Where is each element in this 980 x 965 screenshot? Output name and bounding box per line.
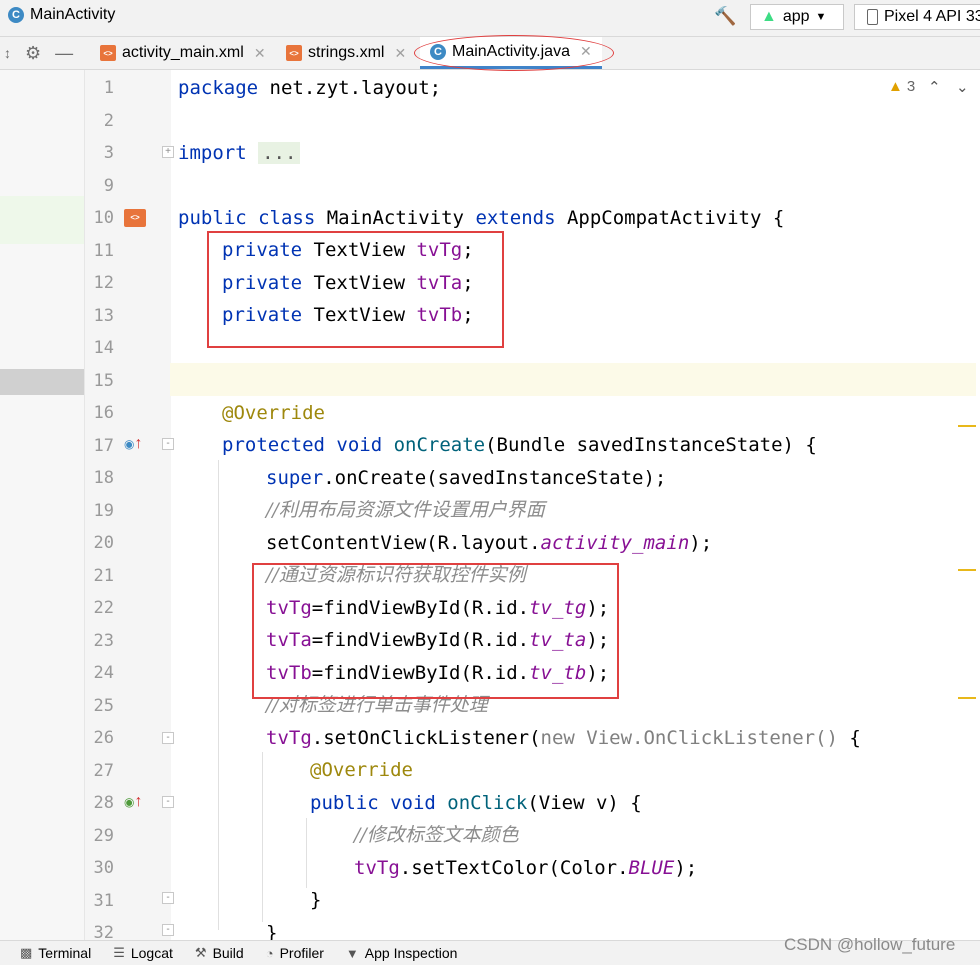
code-line: public class MainActivity extends AppCom… bbox=[178, 207, 785, 229]
project-panel-scrollbar[interactable] bbox=[0, 369, 84, 395]
line-number: 30 bbox=[93, 858, 114, 878]
logcat-tool-button[interactable]: ☰ Logcat bbox=[113, 945, 173, 961]
terminal-icon: ▩ bbox=[20, 945, 33, 960]
line-number: 28 bbox=[93, 793, 114, 813]
code-line: } bbox=[310, 889, 322, 911]
line-number: 22 bbox=[93, 598, 114, 618]
inspection-widget[interactable]: ▲ 3 bbox=[888, 78, 915, 95]
folded-imports[interactable]: ... bbox=[258, 142, 301, 164]
logcat-icon: ☰ bbox=[113, 945, 125, 960]
project-panel-selection bbox=[0, 196, 84, 244]
android-icon: ▲ bbox=[761, 8, 777, 25]
line-number: 14 bbox=[93, 338, 114, 358]
code-line: @Override bbox=[222, 402, 325, 424]
run-configuration-label: app bbox=[782, 8, 810, 25]
java-class-icon: C bbox=[8, 7, 24, 23]
line-number: 9 bbox=[103, 176, 114, 196]
terminal-label: Terminal bbox=[38, 945, 92, 961]
code-line: //利用布局资源文件设置用户界面 bbox=[266, 499, 545, 521]
line-number: 10 bbox=[93, 208, 114, 228]
warning-icon: ▲ bbox=[888, 78, 903, 95]
line-number: 29 bbox=[93, 826, 114, 846]
line-number: 16 bbox=[93, 403, 114, 423]
layout-file-icon[interactable]: <> bbox=[124, 200, 146, 232]
logcat-label: Logcat bbox=[130, 945, 173, 961]
xml-file-icon: <> bbox=[286, 45, 302, 61]
line-number: 3 bbox=[103, 143, 114, 163]
line-number: 1 bbox=[103, 78, 114, 98]
line-number: 13 bbox=[93, 306, 114, 326]
phone-icon bbox=[867, 9, 878, 25]
line-number: 23 bbox=[93, 631, 114, 651]
project-tool-icons: ↕ ⚙ — bbox=[0, 37, 86, 69]
app-inspection-tool-button[interactable]: ▼ App Inspection bbox=[346, 945, 458, 961]
device-selector-dropdown[interactable]: Pixel 4 API 33 bbox=[854, 4, 980, 30]
code-editor[interactable]: package net.zyt.layout; import ... publi… bbox=[170, 70, 976, 944]
watermark: CSDN @hollow_future bbox=[784, 935, 956, 954]
code-line: protected void onCreate(Bundle savedInst… bbox=[222, 434, 817, 456]
title-bar: C MainActivity 🔨 ▲ app ▼ Pixel 4 API 33 bbox=[0, 0, 980, 37]
tab-label: strings.xml bbox=[308, 44, 385, 61]
annotation-ellipse bbox=[414, 35, 614, 71]
profiler-gauge-icon: ◔ bbox=[265, 945, 274, 961]
build-tool-button[interactable]: ⚒ Build bbox=[195, 945, 244, 961]
line-number: 12 bbox=[93, 273, 114, 293]
line-number: 20 bbox=[93, 533, 114, 553]
device-label: Pixel 4 API 33 bbox=[884, 8, 980, 25]
code-line: @Override bbox=[310, 759, 413, 781]
app-inspection-icon: ▼ bbox=[345, 945, 359, 961]
code-line: super.onCreate(savedInstanceState); bbox=[266, 467, 667, 489]
line-number: 17 bbox=[93, 436, 114, 456]
chevron-down-icon[interactable]: ⌄ bbox=[956, 78, 969, 96]
window-title-text: MainActivity bbox=[30, 6, 116, 23]
chevron-up-icon[interactable]: ⌃ bbox=[928, 78, 941, 96]
scrollbar-warning-marker[interactable] bbox=[958, 697, 976, 699]
warning-count: 3 bbox=[906, 78, 916, 95]
hammer-icon: ⚒ bbox=[194, 945, 207, 960]
code-line: //修改标签文本颜色 bbox=[354, 824, 519, 846]
tab-activity-main-xml[interactable]: <> activity_main.xml ✕ bbox=[90, 37, 276, 69]
chevron-down-icon: ▼ bbox=[815, 11, 827, 23]
line-number: 25 bbox=[93, 696, 114, 716]
terminal-tool-button[interactable]: ▩ Terminal bbox=[20, 945, 91, 961]
code-line: tvTg.setOnClickListener(new View.OnClick… bbox=[266, 727, 861, 749]
xml-file-icon: <> bbox=[100, 45, 116, 61]
implements-up-arrow-icon[interactable]: ◉↑ bbox=[124, 786, 142, 818]
window-title: C MainActivity bbox=[8, 6, 115, 24]
tab-strings-xml[interactable]: <> strings.xml ✕ bbox=[276, 37, 416, 69]
line-number: 2 bbox=[103, 111, 114, 131]
code-line: setContentView(R.layout.activity_main); bbox=[266, 532, 713, 554]
line-number: 11 bbox=[93, 241, 114, 261]
line-number: 15 bbox=[93, 371, 114, 391]
scrollbar-warning-marker[interactable] bbox=[958, 569, 976, 571]
scrollbar-warning-marker[interactable] bbox=[958, 425, 976, 427]
gear-icon[interactable]: ⚙ bbox=[25, 43, 41, 64]
annotation-box-fields bbox=[207, 231, 504, 348]
build-label: Build bbox=[212, 945, 244, 961]
build-hammer-icon[interactable]: 🔨 bbox=[714, 6, 736, 27]
line-number: 31 bbox=[93, 891, 114, 911]
expand-icon[interactable]: ↕ bbox=[4, 45, 11, 61]
annotation-box-findviewbyid bbox=[252, 563, 619, 699]
minimize-icon[interactable]: — bbox=[55, 43, 73, 64]
line-number: 21 bbox=[93, 566, 114, 586]
close-icon[interactable]: ✕ bbox=[254, 45, 266, 62]
close-icon[interactable]: ✕ bbox=[394, 45, 406, 62]
app-inspection-label: App Inspection bbox=[364, 945, 458, 961]
profiler-label: Profiler bbox=[279, 945, 324, 961]
code-line: package net.zyt.layout; bbox=[178, 77, 442, 99]
line-number: 18 bbox=[93, 468, 114, 488]
profiler-tool-button[interactable]: ◔ Profiler bbox=[266, 945, 324, 961]
code-line: public void onClick(View v) { bbox=[310, 792, 642, 814]
override-up-arrow-icon[interactable]: ◉↑ bbox=[124, 428, 142, 460]
code-line: import ... bbox=[178, 137, 301, 169]
line-number: 26 bbox=[93, 728, 114, 748]
line-number: 27 bbox=[93, 761, 114, 781]
line-number: 19 bbox=[93, 501, 114, 521]
line-number: 24 bbox=[93, 663, 114, 683]
code-line: tvTg.setTextColor(Color.BLUE); bbox=[354, 857, 698, 879]
tab-label: activity_main.xml bbox=[122, 44, 244, 61]
run-configuration-dropdown[interactable]: ▲ app ▼ bbox=[750, 4, 844, 30]
